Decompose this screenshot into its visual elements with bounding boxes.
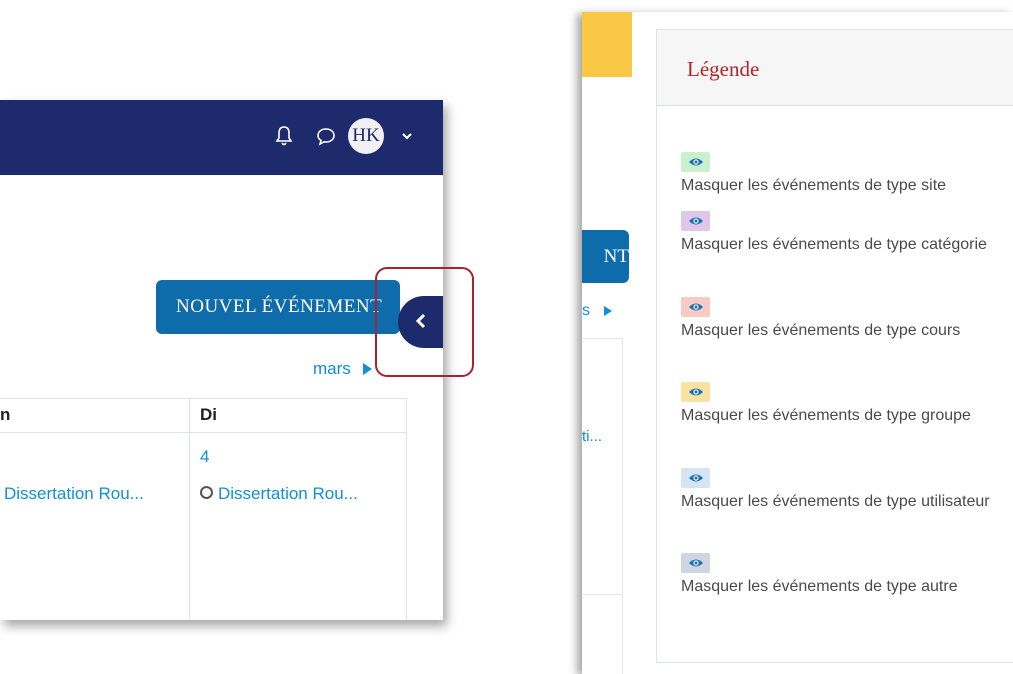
eye-icon bbox=[688, 558, 704, 568]
background-link-label: s bbox=[582, 302, 590, 319]
legend-card: Légende Masquer les événements de type s… bbox=[656, 29, 1013, 663]
toggle-visibility-button[interactable] bbox=[681, 211, 710, 231]
legend-screenshot-panel: NT s ti... Légende Masquer les événement… bbox=[582, 12, 1013, 674]
user-avatar[interactable]: HK bbox=[348, 118, 384, 154]
grid-top-line bbox=[0, 398, 407, 399]
toggle-visibility-button[interactable] bbox=[681, 382, 710, 402]
eye-icon bbox=[688, 387, 704, 397]
legend-item-label: Masquer les événements de type groupe bbox=[681, 407, 971, 424]
legend-item: Masquer les événements de type autre bbox=[681, 553, 1013, 598]
background-grid-line bbox=[582, 594, 622, 595]
legend-item: Masquer les événements de type catégorie bbox=[681, 211, 1013, 256]
eye-icon bbox=[688, 157, 704, 167]
accent-strip bbox=[582, 12, 632, 77]
toggle-visibility-button[interactable] bbox=[681, 553, 710, 573]
eye-icon bbox=[688, 216, 704, 226]
next-month-link[interactable]: mars bbox=[313, 359, 372, 379]
play-right-icon bbox=[604, 305, 612, 316]
toggle-visibility-button[interactable] bbox=[681, 468, 710, 488]
bell-icon[interactable] bbox=[275, 125, 293, 147]
next-month-label: mars bbox=[313, 359, 351, 378]
column-header-sunday: Di bbox=[200, 405, 217, 424]
legend-item-label: Masquer les événements de type cours bbox=[681, 322, 961, 339]
event-link-partial[interactable]: Dissertation Rou... bbox=[4, 484, 144, 504]
legend-item-label: Masquer les événements de type utilisate… bbox=[681, 493, 990, 510]
top-navbar: HK bbox=[0, 100, 443, 175]
event-link-label: Dissertation Rou... bbox=[218, 484, 358, 503]
eye-icon bbox=[688, 473, 704, 483]
background-grid-divider bbox=[622, 338, 623, 674]
chat-icon[interactable] bbox=[316, 126, 336, 146]
legend-title: Légende bbox=[687, 57, 760, 81]
day-number[interactable]: 4 bbox=[200, 447, 209, 467]
new-event-button[interactable]: NOUVEL ÉVÉNEMENT bbox=[156, 280, 400, 334]
legend-item-label: Masquer les événements de type autre bbox=[681, 578, 958, 595]
toggle-visibility-button[interactable] bbox=[681, 297, 710, 317]
highlight-annotation bbox=[375, 267, 474, 377]
legend-item-label: Masquer les événements de type site bbox=[681, 177, 947, 194]
eye-icon bbox=[688, 302, 704, 312]
legend-item: Masquer les événements de type cours bbox=[681, 297, 1013, 342]
background-prev-month-link[interactable]: s bbox=[582, 302, 612, 320]
event-link[interactable]: Dissertation Rou... bbox=[200, 484, 358, 504]
legend-item: Masquer les événements de type groupe bbox=[681, 382, 1013, 427]
background-event-link[interactable]: ti... bbox=[582, 428, 602, 445]
background-new-event-button[interactable]: NT bbox=[582, 230, 629, 283]
legend-header: Légende bbox=[657, 30, 1013, 106]
grid-header-line bbox=[0, 432, 407, 433]
grid-col-divider bbox=[189, 398, 190, 620]
legend-item: Masquer les événements de type utilisate… bbox=[681, 468, 1013, 513]
play-right-icon bbox=[362, 362, 372, 375]
grid-right-edge bbox=[406, 398, 407, 620]
toggle-visibility-button[interactable] bbox=[681, 152, 710, 172]
chevron-down-icon[interactable] bbox=[400, 129, 414, 143]
background-grid-line bbox=[582, 338, 622, 339]
column-header-partial: n bbox=[0, 405, 11, 424]
legend-item: Masquer les événements de type site bbox=[681, 152, 1013, 197]
legend-item-label: Masquer les événements de type catégorie bbox=[681, 236, 987, 253]
circle-icon bbox=[200, 486, 213, 500]
